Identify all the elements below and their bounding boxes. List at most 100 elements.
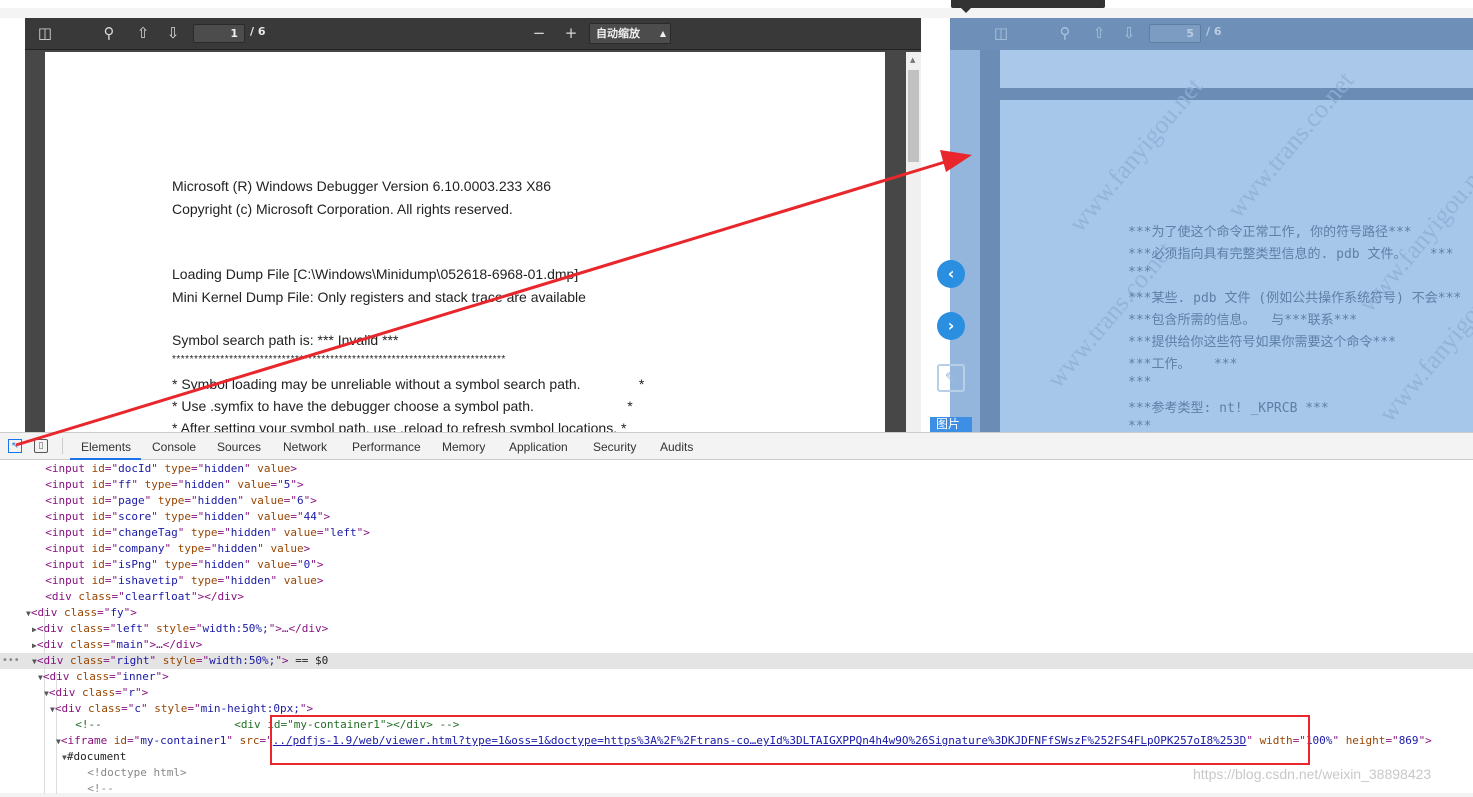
zoom-select[interactable]: 自动缩放 ▲ bbox=[589, 23, 671, 44]
dom-tree-line[interactable]: ▼<div class="inner"> bbox=[38, 669, 169, 685]
dom-tree-token: "> bbox=[275, 654, 296, 667]
dom-tree-token: <input bbox=[45, 462, 92, 475]
sidebar-toggle-icon[interactable]: ◫ bbox=[35, 24, 55, 42]
dom-tree-line[interactable]: ▼<div class="r"> bbox=[44, 685, 148, 701]
dom-tree-token: changeTag bbox=[118, 526, 178, 539]
dom-tree-token: =" bbox=[187, 702, 201, 715]
dom-tree-token: c bbox=[134, 702, 141, 715]
dom-tree-token: " bbox=[144, 494, 158, 507]
dom-tree-token: page bbox=[118, 494, 145, 507]
page-total-label: / 6 bbox=[250, 25, 266, 38]
element-tooltip bbox=[951, 0, 1105, 13]
dom-tree-token: hidden bbox=[204, 510, 244, 523]
dom-tree-line[interactable]: <!-- bbox=[74, 781, 114, 797]
dom-tree-line[interactable]: ▼<div class="fy"> bbox=[26, 605, 137, 621]
scroll-up-icon[interactable]: ▲ bbox=[910, 56, 915, 64]
dom-tree-token: "> bbox=[290, 478, 304, 491]
zoom-out-icon[interactable]: − bbox=[529, 24, 549, 42]
tab-memory[interactable]: Memory bbox=[442, 440, 485, 454]
dom-tree-line[interactable]: <!doctype html> bbox=[74, 765, 186, 781]
dom-tree-line[interactable]: <input id="company" type="hidden" value> bbox=[32, 541, 310, 557]
dom-tree-token: "> bbox=[356, 526, 370, 539]
dom-tree-token: =" bbox=[115, 686, 129, 699]
next-page-icon[interactable]: ⇩ bbox=[1119, 24, 1139, 42]
browser-content-area: ◫ ⚲ ⇧ ⇩ 1 / 6 − + 自动缩放 ▲ Microsoft (R) Wi… bbox=[0, 0, 1473, 432]
tab-performance[interactable]: Performance bbox=[352, 440, 421, 454]
dom-tree-token: ">…</div> bbox=[268, 622, 329, 635]
dom-tree-token: <div bbox=[54, 702, 88, 715]
dom-tree-token: =" bbox=[217, 526, 231, 539]
dom-tree-line[interactable]: <input id="docId" type="hidden" value> bbox=[32, 461, 297, 477]
dom-tree-line[interactable]: <input id="page" type="hidden" value="6"… bbox=[32, 493, 317, 509]
dom-tree-line[interactable]: ▼<div class="right" style="width:50%;"> … bbox=[32, 653, 328, 669]
dom-tree-line[interactable]: ▶<div class="left" style="width:50%;">…<… bbox=[32, 621, 328, 637]
next-button[interactable]: › bbox=[937, 312, 965, 340]
chevron-updown-icon: ▲ bbox=[659, 29, 666, 38]
dom-tree-token: width:50%; bbox=[202, 622, 269, 635]
dom-tree-token: "> bbox=[123, 606, 137, 619]
dom-tree-token: =" bbox=[121, 702, 135, 715]
page-line: ****************************************… bbox=[172, 354, 506, 365]
dom-tree-token: <input bbox=[45, 558, 92, 571]
dom-tree-token: score bbox=[118, 510, 152, 523]
inspect-element-icon[interactable]: ↖ bbox=[8, 439, 22, 453]
dom-tree-token: <div bbox=[48, 686, 82, 699]
page-line: Microsoft (R) Windows Debugger Version 6… bbox=[172, 178, 551, 194]
prev-page-icon[interactable]: ⇧ bbox=[133, 24, 153, 42]
scrollbar[interactable]: ▲ bbox=[906, 52, 921, 432]
translated-line: ***某些. pdb 文件 (例如公共操作系统符号) 不会*** bbox=[1128, 291, 1462, 306]
dom-tree-line[interactable]: <input id="ishavetip" type="hidden" valu… bbox=[32, 573, 323, 589]
page-number-input[interactable]: 1 bbox=[193, 24, 245, 43]
dom-tree-token: main bbox=[116, 638, 143, 651]
tab-sources[interactable]: Sources bbox=[217, 440, 261, 454]
dom-tree-token: " bbox=[257, 542, 271, 555]
picture-button[interactable]: 图片 bbox=[930, 417, 972, 432]
search-icon[interactable]: ⚲ bbox=[1055, 24, 1075, 42]
left-pdf-viewer: ◫ ⚲ ⇧ ⇩ 1 / 6 − + 自动缩放 ▲ Microsoft (R) Wi… bbox=[25, 18, 921, 432]
tab-console[interactable]: Console bbox=[152, 440, 196, 454]
dom-tree-token: class bbox=[87, 702, 122, 715]
dom-tree-token: hidden bbox=[230, 526, 271, 539]
dom-tree-token: =" bbox=[290, 558, 304, 571]
more-options-icon[interactable]: ••• bbox=[2, 653, 20, 669]
dom-tree-token: > bbox=[316, 574, 324, 587]
tab-application[interactable]: Application bbox=[509, 440, 568, 454]
page-line: Copyright (c) Microsoft Corporation. All… bbox=[172, 201, 513, 217]
dom-tree-token: =" bbox=[204, 542, 218, 555]
tab-security[interactable]: Security bbox=[593, 440, 636, 454]
dom-tree-token: " bbox=[151, 558, 165, 571]
tab-network[interactable]: Network bbox=[283, 440, 327, 454]
scrollbar-thumb[interactable] bbox=[908, 70, 919, 162]
prev-page-icon[interactable]: ⇧ bbox=[1089, 24, 1109, 42]
dom-tree-token: > bbox=[290, 462, 297, 475]
dom-tree-token: " bbox=[270, 574, 284, 587]
dom-tree-line[interactable]: ▶<div class="main">…</div> bbox=[32, 637, 202, 653]
dom-tree-line[interactable]: <input id="ff" type="hidden" value="5"> bbox=[32, 477, 304, 493]
dom-tree-token: " bbox=[224, 478, 238, 491]
zoom-in-icon[interactable]: + bbox=[561, 24, 581, 42]
dom-tree-token: type bbox=[190, 526, 218, 539]
dom-tree-line[interactable]: ▼#document bbox=[62, 749, 126, 765]
dom-tree-token: style bbox=[154, 702, 188, 715]
dom-tree-token: " bbox=[177, 574, 191, 587]
dom-tree-line[interactable]: <input id="changeTag" type="hidden" valu… bbox=[32, 525, 370, 541]
dom-tree-token: "> bbox=[316, 510, 331, 523]
dom-tree-line[interactable]: <input id="score" type="hidden" value="4… bbox=[32, 509, 330, 525]
tab-elements[interactable]: Elements bbox=[81, 440, 131, 454]
dom-tree-token: =" bbox=[109, 670, 123, 683]
dom-tree-token: " bbox=[149, 654, 163, 667]
tab-audits[interactable]: Audits bbox=[660, 440, 693, 454]
sidebar-toggle-icon[interactable]: ◫ bbox=[991, 24, 1011, 42]
dom-tree-token: height bbox=[1345, 734, 1386, 747]
next-page-icon[interactable]: ⇩ bbox=[163, 24, 183, 42]
page-line: * After setting your symbol path, use .r… bbox=[172, 420, 627, 432]
edit-icon[interactable]: ✎ bbox=[937, 364, 965, 392]
page-number-input[interactable]: 5 bbox=[1149, 24, 1201, 43]
search-icon[interactable]: ⚲ bbox=[99, 24, 119, 42]
dom-tree-line[interactable]: <input id="isPng" type="hidden" value="0… bbox=[32, 557, 323, 573]
device-toolbar-icon[interactable]: ▯ bbox=[34, 439, 48, 453]
dom-tree-line[interactable]: <div class="clearfloat"></div> bbox=[32, 589, 244, 605]
prev-button[interactable]: ‹ bbox=[937, 260, 965, 288]
